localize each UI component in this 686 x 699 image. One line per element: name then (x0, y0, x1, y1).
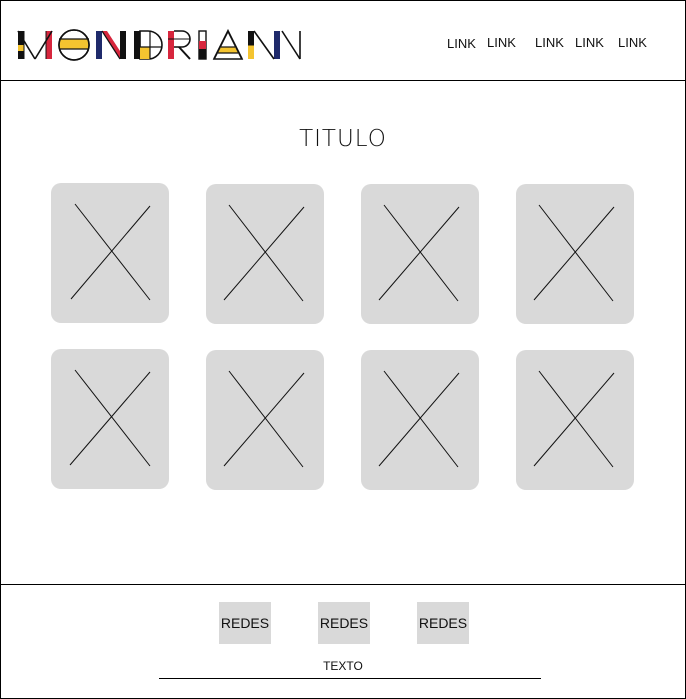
image-card[interactable] (206, 184, 324, 324)
x-placeholder-icon (69, 369, 151, 467)
image-card[interactable] (361, 184, 479, 324)
social-button-1[interactable]: REDES (219, 602, 271, 644)
x-placeholder-icon (70, 203, 151, 301)
image-card[interactable] (516, 350, 634, 490)
nav-link-2[interactable]: LINK (487, 35, 516, 50)
logo-letter-i (198, 30, 207, 60)
logo-letter-o (58, 29, 90, 61)
site-header: LINK LINK LINK LINK LINK (1, 1, 685, 81)
x-placeholder-icon (378, 204, 460, 302)
logo-accent (281, 30, 301, 60)
image-card[interactable] (206, 350, 324, 490)
x-placeholder-icon (223, 370, 305, 468)
footer-text: TEXTO (323, 659, 363, 673)
nav-link-5[interactable]: LINK (618, 35, 647, 50)
footer-divider (159, 678, 541, 679)
nav-link-3[interactable]: LINK (535, 35, 564, 50)
image-card[interactable] (51, 349, 169, 489)
logo-letter-d (134, 30, 163, 60)
x-placeholder-icon (223, 204, 305, 302)
logo-letter-r (168, 30, 191, 60)
image-card[interactable] (361, 350, 479, 490)
site-footer: REDES REDES REDES TEXTO (1, 584, 685, 698)
logo-letter-m (17, 30, 53, 60)
nav-link-4[interactable]: LINK (575, 35, 604, 50)
logo-letter-n-2 (248, 30, 280, 60)
social-button-2[interactable]: REDES (318, 602, 370, 644)
x-placeholder-icon (533, 370, 615, 468)
page-title: TITULO (299, 126, 387, 152)
x-placeholder-icon (533, 204, 615, 302)
social-button-3[interactable]: REDES (417, 602, 469, 644)
x-placeholder-icon (378, 370, 460, 468)
nav-link-1[interactable]: LINK (447, 36, 476, 51)
image-card[interactable] (51, 183, 169, 323)
image-card[interactable] (516, 184, 634, 324)
mondrian-logo[interactable] (16, 25, 302, 62)
main-content: TITULO (1, 82, 685, 584)
logo-letter-n (96, 30, 126, 60)
logo-letter-a (212, 28, 244, 60)
